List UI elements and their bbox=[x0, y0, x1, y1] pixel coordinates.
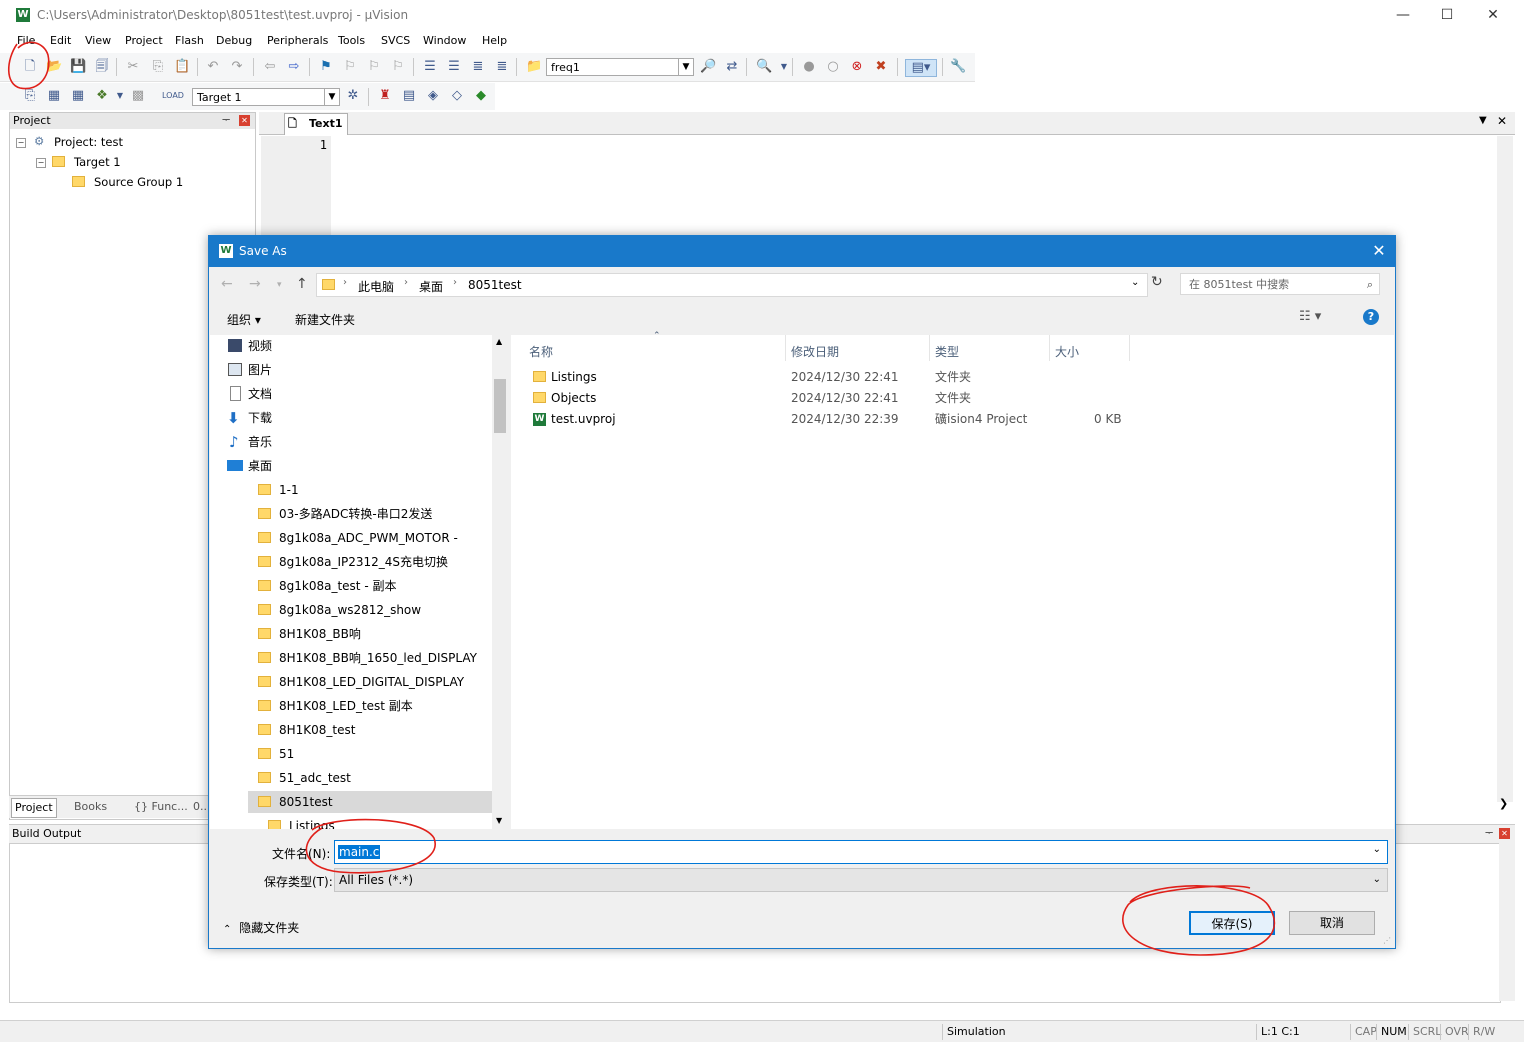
annotation-overlay bbox=[7, 41, 1276, 956]
annotation-strokes bbox=[7, 41, 1276, 956]
annotation-circle-new-file bbox=[7, 41, 50, 90]
annotation-circle-filename bbox=[305, 818, 436, 874]
annotation-circle-save bbox=[1122, 885, 1276, 956]
